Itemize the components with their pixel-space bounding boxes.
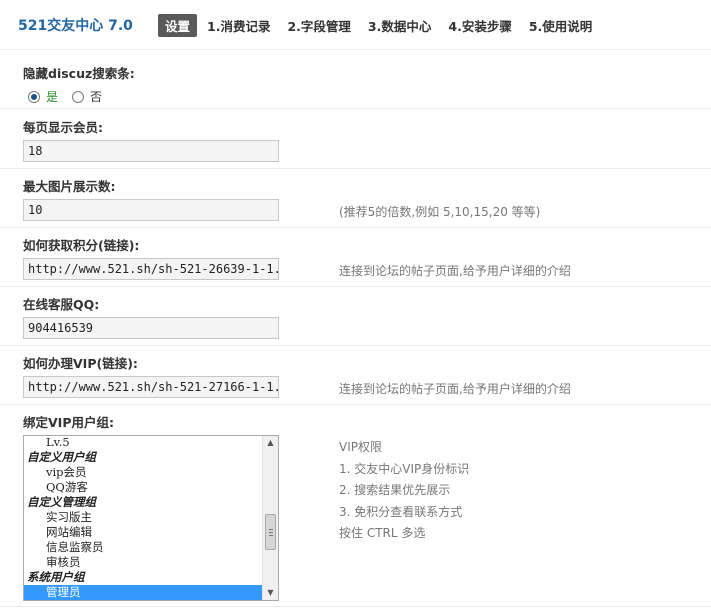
hide-search-yes-label[interactable]: 是 [46,88,58,105]
vip-notes-item: 3. 免积分查看联系方式 [339,504,463,519]
divider [0,286,711,287]
tab-field-management[interactable]: 2.字段管理 [287,16,350,35]
hide-search-no-radio[interactable] [72,90,85,103]
tab-install-steps[interactable]: 4.安装步骤 [448,16,511,35]
vip-notes-title: VIP权限 [339,440,382,454]
listbox-option[interactable]: 网站编辑 [24,525,262,540]
vip-groups-label: 绑定VIP用户组: [23,415,114,430]
hide-search-label: 隐藏discuz搜索条: [23,66,135,81]
listbox-option[interactable]: vip会员 [24,465,262,480]
listbox-optgroup: 系统用户组 [27,570,85,584]
nav-tabs: 设置 1.消费记录 2.字段管理 3.数据中心 4.安装步骤 5.使用说明 [158,14,609,37]
listbox-optgroup: 自定义用户组 [27,450,96,464]
qq-label: 在线客服QQ: [23,297,100,312]
divider [0,227,711,228]
scroll-thumb[interactable] [265,514,276,550]
vip-link-hint: 连接到论坛的帖子页面,给予用户详细的介绍 [339,382,571,396]
listbox-option[interactable]: QQ游客 [24,480,262,495]
max-images-input[interactable]: 10 [23,199,279,221]
points-link-label: 如何获取积分(链接): [23,238,140,253]
tab-settings[interactable]: 设置 [158,14,198,37]
tab-data-center[interactable]: 3.数据中心 [368,16,431,35]
per-page-label: 每页显示会员: [23,120,103,135]
scroll-down-arrow-icon[interactable]: ▼ [263,586,278,600]
hide-search-no-label[interactable]: 否 [90,88,102,105]
listbox-option[interactable]: 信息监察员 [24,540,262,555]
divider [0,108,711,109]
listbox-optgroup: 自定义管理组 [27,495,96,509]
tab-usage-guide[interactable]: 5.使用说明 [529,16,592,35]
listbox-option[interactable]: 审核员 [24,555,262,570]
listbox-option[interactable]: 实习版主 [24,510,262,525]
app-title: 521交友中心 7.0 [18,18,133,34]
hide-search-yes-radio[interactable] [28,90,40,103]
scroll-up-arrow-icon[interactable]: ▲ [263,436,278,450]
listbox-scrollbar[interactable]: ▲ ▼ [262,436,278,600]
divider [0,404,711,405]
vip-notes-item: 2. 搜索结果优先展示 [339,483,451,497]
tab-consumption-records[interactable]: 1.消费记录 [207,16,270,35]
listbox-option[interactable]: Lv.5 [24,436,262,450]
vip-groups-listbox[interactable]: Lv.5 自定义用户组 vip会员 QQ游客 自定义管理组 实习版主 网站编辑 … [23,435,279,601]
vip-link-input[interactable]: http://www.521.sh/sh-521-27166-1-1.html [23,376,279,398]
divider [0,345,711,346]
hide-search-radio-group: 是 否 [28,88,116,105]
vip-notes: VIP权限 1. 交友中心VIP身份标识 2. 搜索结果优先展示 3. 免积分查… [339,437,469,545]
per-page-input[interactable]: 18 [23,140,279,162]
vip-notes-item: 1. 交友中心VIP身份标识 [339,461,470,476]
max-images-hint: (推荐5的倍数,例如 5,10,15,20 等等) [339,205,541,219]
divider [0,168,711,169]
points-link-hint: 连接到论坛的帖子页面,给予用户详细的介绍 [339,264,571,278]
vip-link-label: 如何办理VIP(链接): [23,356,138,371]
max-images-label: 最大图片展示数: [23,179,116,194]
header: 521交友中心 7.0 设置 1.消费记录 2.字段管理 3.数据中心 4.安装… [0,0,711,50]
qq-input[interactable]: 904416539 [23,317,279,339]
points-link-input[interactable]: http://www.521.sh/sh-521-26639-1-1.html [23,258,279,280]
vip-notes-tip: 按住 CTRL 多选 [339,526,426,540]
divider [0,606,711,607]
listbox-option-selected[interactable]: 管理员 [24,585,262,600]
